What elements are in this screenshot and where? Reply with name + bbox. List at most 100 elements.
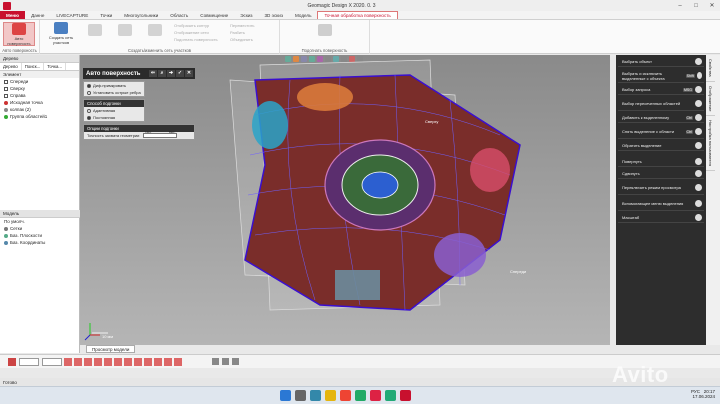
browser-icon[interactable] [310,390,321,401]
rp-pan[interactable]: Сдвинуть [618,169,704,179]
tab-exact-surface[interactable]: Точная обработка поверхность [317,11,398,19]
tab-polygons[interactable]: Многоугольники [118,11,164,19]
app-icon[interactable] [385,390,396,401]
app-icon[interactable] [340,390,351,401]
model-item-default[interactable]: По умолч. [0,218,80,225]
tree-tab-tree[interactable]: Дерево [0,63,22,70]
rp-intersect-select[interactable]: Выбор пересеченных областей [618,97,704,111]
start-icon[interactable] [280,390,291,401]
rp-add-selection[interactable]: Добавить к выделенному Ctrl [618,113,704,123]
tab-model-view[interactable]: Просмотр модели [86,345,136,353]
cancel-icon[interactable]: ✕ [185,70,193,77]
tree-item-origin[interactable]: Исходная точка [0,99,79,106]
rp-query-select[interactable]: Выбор запроса MSG [618,85,704,95]
filter-dropdown[interactable] [19,358,39,366]
merge-item[interactable]: Объединить [230,37,253,42]
search-icon[interactable] [295,390,306,401]
app-icon[interactable] [355,390,366,401]
filter-icon[interactable] [154,358,162,366]
tab-sketch[interactable]: Эскиз [234,11,258,19]
view-icon[interactable] [222,358,229,365]
filter-icon[interactable] [74,358,82,366]
filter-icon[interactable] [124,358,132,366]
side-tab-user-settings[interactable]: Настройка пользователя [706,116,715,172]
rp-helper-menu[interactable]: Вспомогающее меню выделения [618,197,704,211]
minimize-icon[interactable]: – [672,3,688,9]
next-icon[interactable]: ➔ [167,70,175,77]
filter-dropdown[interactable] [42,358,62,366]
filter-icon[interactable] [164,358,172,366]
system-tray[interactable]: РУС 20:17 17.06.2024 [691,389,715,399]
emblem-logo [361,171,399,199]
fit-accuracy-slider[interactable]: Низ. Выс. [143,130,178,138]
filter-icon[interactable] [84,358,92,366]
fit-options-header[interactable]: Опции подгонки [84,125,194,132]
method-constant[interactable]: Постоянная [84,114,144,121]
filter-icon[interactable] [94,358,102,366]
filter-icon[interactable] [144,358,152,366]
folder-icon[interactable] [325,390,336,401]
model-item-planes[interactable]: Баз. Плоскости [0,232,80,239]
auto-surface-button[interactable]: Авто поверхность [3,22,35,46]
ribbon-disabled-1[interactable] [82,24,108,44]
rp-select-exclude[interactable]: Выбрать и исключить выделенные с объекта… [618,69,704,83]
model-item-coords[interactable]: Баз. Координаты [0,239,80,246]
fit-surface-item[interactable]: Подогнать поверхность [174,37,218,42]
tab-model[interactable]: Модель [289,11,318,19]
model-item-meshes[interactable]: Сетки [0,225,80,232]
tree-item-top[interactable]: Сверху [0,85,79,92]
tab-align[interactable]: Совмещение [194,11,234,19]
ok-icon[interactable]: ✓ [176,70,184,77]
3d-viewport[interactable]: Спереди Сверху 10 мм Авто поверхность ⇐ … [80,55,610,345]
view-icon[interactable] [232,358,239,365]
rp-deselect[interactable]: Снять выделение с области Ctrl [618,125,704,139]
filter-icon[interactable] [64,358,72,366]
filter-icon[interactable] [174,358,182,366]
tree-tab-point[interactable]: Точка... [44,63,66,70]
side-tab-properties[interactable]: Свойства [706,55,715,82]
rp-view-mode[interactable]: Переключить режим просмотра [618,181,704,195]
show-contour-item[interactable]: Отобразить контур [174,23,209,28]
tab-region[interactable]: Область [164,11,194,19]
rp-select-object[interactable]: Выбрать объект [618,57,704,67]
filter-icon[interactable] [134,358,142,366]
create-patch-network-button[interactable]: Создать сеть участков [44,22,78,46]
method-adaptive[interactable]: Адаптивная [84,107,144,114]
tree-tab-search[interactable]: Поиск... [22,63,45,70]
tree-item-front[interactable]: Спереди [0,78,79,85]
view-icons [212,358,239,365]
tab-3d-sketch[interactable]: 3D эскиз [259,11,289,19]
rp-invert[interactable]: Обратить выделение [618,141,704,151]
tree-item-mesh[interactable]: колпак (2) [0,106,79,113]
side-tab-display[interactable]: Отображение [706,82,715,117]
tree-item-right[interactable]: Справа [0,92,79,99]
search-icon[interactable]: ⌕ [158,70,166,77]
filter-icon[interactable] [114,358,122,366]
back-icon[interactable]: ⇐ [149,70,157,77]
geomagic-icon[interactable] [400,390,411,401]
tab-menu[interactable]: Меню [0,11,26,19]
tab-home[interactable]: Данне [25,11,50,19]
fit-method-header[interactable]: Способ подгонки [84,100,144,107]
filter-icon[interactable] [104,358,112,366]
select-mode-icon[interactable] [8,358,16,366]
rp-zoom[interactable]: Масштаб [618,213,704,223]
opt-diff-fit[interactable]: Диф.примкровать [84,82,144,89]
maximize-icon[interactable]: □ [688,3,704,9]
tab-points[interactable]: Точки [94,11,118,19]
ribbon-disabled-3[interactable] [142,24,168,44]
mesh-icon [4,226,8,231]
view-icon[interactable] [212,358,219,365]
title-bar: Geomagic Design X 2020. 0. 3 – □ ✕ [0,0,720,11]
ribbon-disabled-2[interactable] [112,24,138,44]
rp-rotate[interactable]: Повернуть [618,157,704,167]
tab-livecapture[interactable]: LIVECAPTURE [50,11,94,19]
move-item[interactable]: Переместить [230,23,255,28]
fit-surface-button[interactable] [312,24,338,44]
app-icon[interactable] [370,390,381,401]
tree-item-region-group[interactable]: Группа областей1 [0,113,79,120]
split-item[interactable]: Разбить [230,30,245,35]
opt-sharp-edges[interactable]: Установить острые ребра [84,89,144,96]
close-icon[interactable]: ✕ [704,2,720,9]
show-network-item[interactable]: Отображение сети [174,30,209,35]
